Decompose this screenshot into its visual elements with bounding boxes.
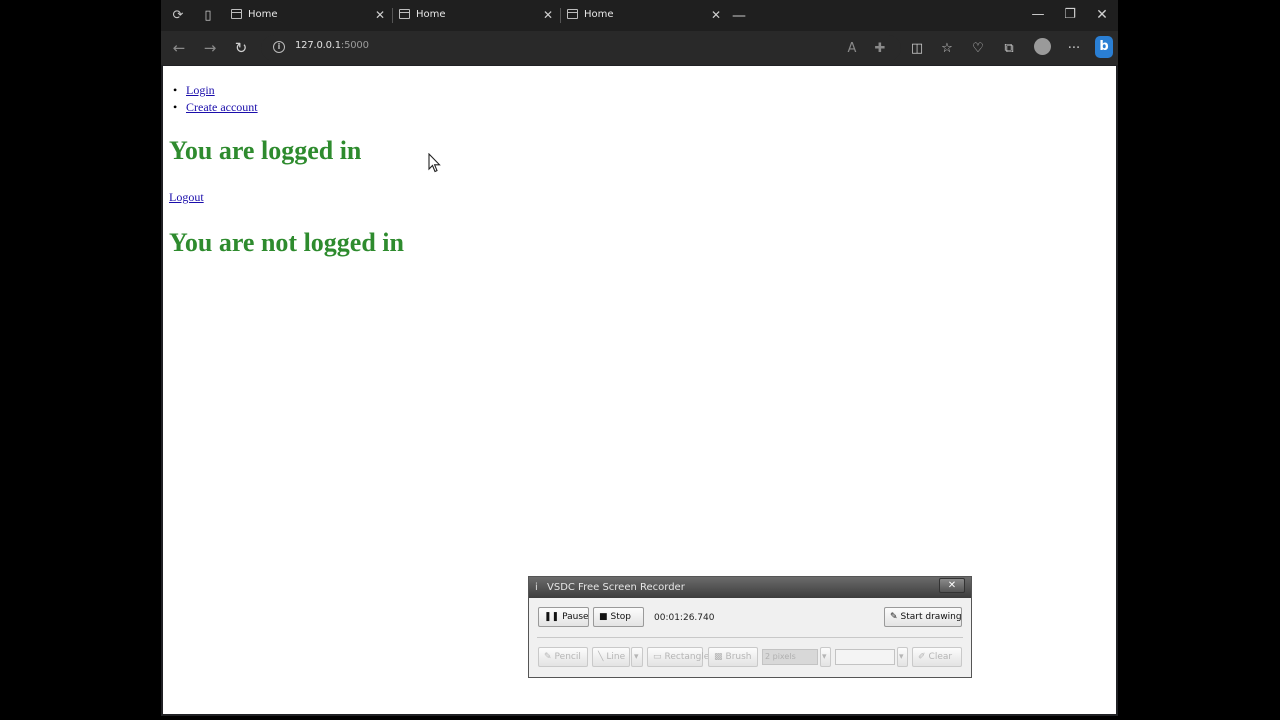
- color-select[interactable]: [835, 649, 895, 665]
- forward-icon[interactable]: →: [198, 37, 222, 59]
- info-icon[interactable]: i: [273, 41, 285, 53]
- color-dropdown[interactable]: ▾: [897, 647, 908, 667]
- split-screen-icon[interactable]: ◫: [907, 39, 927, 59]
- clear-label: Clear: [928, 652, 953, 662]
- screen-recorder-window: ⅰ VSDC Free Screen Recorder ✕ ❚❚ Pause ■ S…: [528, 576, 972, 678]
- brush-button[interactable]: ▩ Brush: [708, 647, 758, 667]
- refresh-icon[interactable]: ↻: [229, 37, 253, 59]
- new-tab-icon[interactable]: —: [729, 6, 749, 26]
- stop-icon: ■: [599, 612, 608, 622]
- page-icon: [567, 9, 578, 19]
- line-icon: ╲: [598, 652, 604, 662]
- address-bar-row: ← → ↻ i 127.0.0.1:5000 A ✚ ◫ ☆ ♡ ⧉ ···: [161, 31, 1118, 65]
- start-drawing-label: Start drawing: [900, 612, 962, 622]
- collections-icon[interactable]: ⧉: [999, 39, 1019, 59]
- rectangle-label: Rectangle: [664, 652, 710, 662]
- profile-avatar[interactable]: [1034, 38, 1051, 55]
- pause-icon: ❚❚: [544, 612, 560, 622]
- pause-button[interactable]: ❚❚ Pause: [538, 607, 589, 627]
- browser-essentials-icon[interactable]: ♡: [968, 39, 988, 59]
- recorder-close-button[interactable]: ✕: [939, 578, 965, 593]
- eraser-icon: ✐: [918, 652, 926, 662]
- tab-bar: ⟳ ▯ Home ✕ Home ✕ Home ✕ — — ❐ ✕: [161, 0, 1118, 31]
- recorder-app-icon: ⅰ: [535, 582, 538, 593]
- recorder-title: VSDC Free Screen Recorder: [547, 582, 685, 593]
- start-drawing-button[interactable]: ✎ Start drawing: [884, 607, 962, 627]
- page-icon: [399, 9, 410, 19]
- recorder-titlebar[interactable]: ⅰ VSDC Free Screen Recorder ✕: [529, 577, 971, 598]
- line-button[interactable]: ╲ Line: [592, 647, 630, 667]
- pencil-icon: ✎: [544, 652, 552, 662]
- palette-icon: ✎: [890, 612, 898, 622]
- copilot-icon[interactable]: b: [1095, 36, 1113, 58]
- rectangle-button[interactable]: ▭ Rectangle: [647, 647, 709, 667]
- elapsed-time: 00:01:26.740: [654, 613, 715, 623]
- logout-link[interactable]: Logout: [169, 190, 204, 205]
- size-select[interactable]: 2 pixels: [762, 649, 818, 665]
- list-item: Create account: [173, 99, 258, 116]
- address-field[interactable]: i 127.0.0.1:5000: [261, 35, 901, 61]
- favorites-icon[interactable]: ☆: [937, 39, 957, 59]
- url-port: :5000: [340, 40, 369, 51]
- brush-icon: ▩: [714, 652, 723, 662]
- back-icon[interactable]: ←: [167, 37, 191, 59]
- pencil-label: Pencil: [554, 652, 581, 662]
- not-logged-in-heading: You are not logged in: [169, 228, 404, 257]
- tab-title: Home: [584, 9, 614, 20]
- logged-in-heading: You are logged in: [169, 136, 362, 165]
- line-label: Line: [606, 652, 626, 662]
- brush-label: Brush: [725, 652, 752, 662]
- login-link[interactable]: Login: [186, 83, 215, 97]
- divider: [537, 637, 963, 638]
- tab-home-1[interactable]: Home ✕: [225, 4, 391, 28]
- tab-home-2[interactable]: Home ✕: [393, 4, 559, 28]
- close-icon[interactable]: ✕: [711, 4, 721, 26]
- close-icon[interactable]: ✕: [543, 4, 553, 26]
- more-icon[interactable]: ···: [1064, 39, 1084, 59]
- restore-icon[interactable]: ❐: [1058, 5, 1082, 25]
- workspaces-icon[interactable]: ⟳: [168, 6, 188, 26]
- read-aloud-icon[interactable]: A: [842, 39, 862, 59]
- tab-home-3[interactable]: Home ✕: [561, 4, 727, 28]
- line-dropdown[interactable]: ▾: [631, 647, 643, 667]
- extension-icon[interactable]: ✚: [870, 39, 890, 59]
- url-text: 127.0.0.1:5000: [295, 40, 369, 51]
- minimize-icon[interactable]: —: [1026, 5, 1050, 25]
- close-icon[interactable]: ✕: [375, 4, 385, 26]
- page-icon: [231, 9, 242, 19]
- list-item: Login: [173, 82, 258, 99]
- tab-title: Home: [248, 9, 278, 20]
- size-dropdown[interactable]: ▾: [820, 647, 831, 667]
- pause-label: Pause: [562, 612, 589, 622]
- nav-list: Login Create account: [173, 82, 258, 116]
- clear-button[interactable]: ✐ Clear: [912, 647, 962, 667]
- create-account-link[interactable]: Create account: [186, 100, 258, 114]
- close-window-icon[interactable]: ✕: [1090, 5, 1114, 25]
- mouse-cursor-icon: [428, 153, 441, 173]
- tab-actions-icon[interactable]: ▯: [198, 6, 218, 26]
- rectangle-icon: ▭: [653, 652, 662, 662]
- stop-label: Stop: [610, 612, 631, 622]
- tab-title: Home: [416, 9, 446, 20]
- url-host: 127.0.0.1: [295, 40, 341, 51]
- pencil-button[interactable]: ✎ Pencil: [538, 647, 588, 667]
- stop-button[interactable]: ■ Stop: [593, 607, 644, 627]
